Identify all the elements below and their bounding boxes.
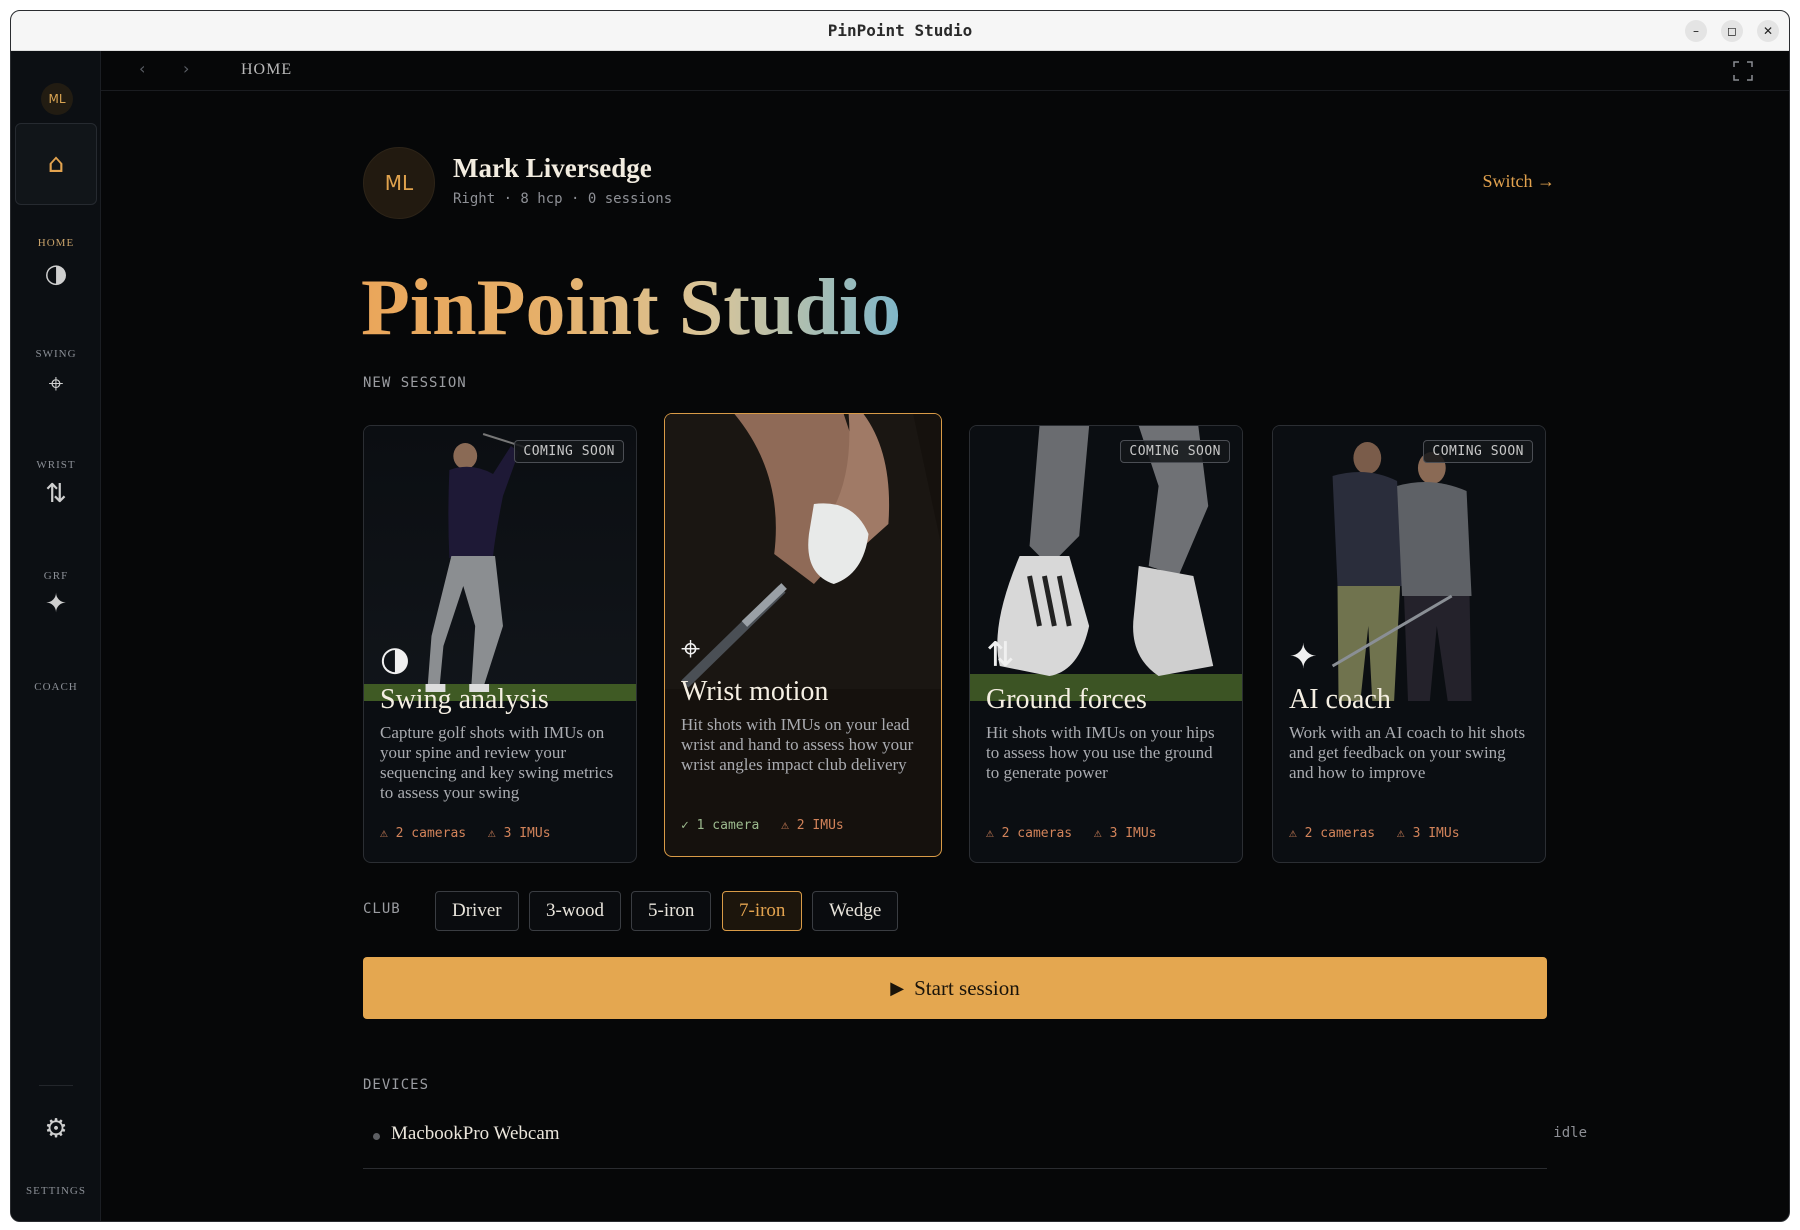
device-name: MacbookPro Webcam xyxy=(391,1123,560,1144)
switch-user-link[interactable]: Switch → xyxy=(1482,171,1555,192)
club-option-7-iron[interactable]: 7-iron xyxy=(722,891,803,931)
session-card-swing-analysis[interactable]: COMING SOON ◑ Swing analysis Capture gol… xyxy=(363,425,637,863)
card-description: Work with an AI coach to hit shots and g… xyxy=(1289,723,1526,782)
card-title: Wrist motion xyxy=(681,676,829,707)
half-circle-icon: ◑ xyxy=(44,259,68,289)
imu-requirement: ⚠ 3 IMUs xyxy=(1093,826,1157,841)
club-option-5-iron[interactable]: 5-iron xyxy=(631,891,712,931)
window-title: PinPoint Studio xyxy=(827,21,973,40)
top-bar: ‹ › HOME xyxy=(101,51,1789,91)
card-requirements: ⚠ 2 cameras ⚠ 3 IMUs xyxy=(380,826,565,841)
maximize-button[interactable]: ◻ xyxy=(1721,20,1743,42)
sidebar-item-grf[interactable]: ⇅ xyxy=(15,453,97,535)
sidebar-item-wrist[interactable]: ⌖ xyxy=(15,343,97,425)
app-window: PinPoint Studio – ◻ ✕ ML ⌂ HOME ◑ SWING … xyxy=(10,10,1790,1222)
card-title: Swing analysis xyxy=(380,684,549,715)
sidebar-item-home[interactable]: ⌂ xyxy=(15,123,97,205)
sidebar-item-coach[interactable]: ✦ xyxy=(15,563,97,645)
sidebar-avatar[interactable]: ML xyxy=(41,83,73,115)
user-avatar: ML xyxy=(363,147,435,219)
play-icon: ▶ xyxy=(890,977,905,999)
start-session-button[interactable]: ▶ Start session xyxy=(363,957,1547,1019)
user-meta: Right · 8 hcp · 0 sessions xyxy=(453,191,673,207)
sidebar: ML ⌂ HOME ◑ SWING ⌖ WRIST ⇅ GRF ✦ COACH … xyxy=(11,51,101,1221)
devices-label: DEVICES xyxy=(363,1077,430,1093)
device-status: idle xyxy=(1553,1125,1587,1141)
card-requirements: ⚠ 2 cameras ⚠ 3 IMUs xyxy=(1289,826,1474,841)
breadcrumb: HOME xyxy=(241,61,293,78)
sidebar-label-coach: COACH xyxy=(34,681,78,693)
card-title: AI coach xyxy=(1289,684,1391,715)
imu-requirement: ⚠ 2 IMUs xyxy=(781,818,844,833)
crosshair-icon: ⌖ xyxy=(48,369,64,399)
sidebar-item-swing[interactable]: ◑ xyxy=(15,233,97,315)
session-card-ai-coach[interactable]: COMING SOON ✦ AI coach Work with an AI c… xyxy=(1272,425,1546,863)
session-card-ground-forces[interactable]: COMING SOON ⇅ Ground forces Hit shots wi… xyxy=(969,425,1243,863)
card-title: Ground forces xyxy=(986,684,1147,715)
camera-requirement: ✓ 1 camera xyxy=(681,818,760,833)
forward-arrow-icon[interactable]: › xyxy=(183,59,189,78)
imu-requirement: ⚠ 3 IMUs xyxy=(487,826,551,841)
club-option-wedge[interactable]: Wedge xyxy=(812,891,899,931)
card-requirements: ✓ 1 camera ⚠ 2 IMUs xyxy=(681,818,858,833)
camera-requirement: ⚠ 2 cameras xyxy=(1289,826,1376,841)
maximize-icon: ◻ xyxy=(1727,24,1737,38)
card-description: Capture golf shots with IMUs on your spi… xyxy=(380,723,614,802)
main-content: ML Mark Liversedge Right · 8 hcp · 0 ses… xyxy=(101,91,1789,1221)
card-description: Hit shots with IMUs on your lead wrist a… xyxy=(681,715,914,774)
club-option-driver[interactable]: Driver xyxy=(435,891,519,931)
crosshair-icon: ⌖ xyxy=(681,629,701,669)
gear-icon: ⚙ xyxy=(44,1114,68,1144)
sparkle-icon: ✦ xyxy=(1289,637,1318,677)
gloved-hands-grip-image xyxy=(665,414,941,689)
minimize-button[interactable]: – xyxy=(1685,20,1707,42)
sparkle-icon: ✦ xyxy=(45,589,67,619)
sidebar-divider xyxy=(39,1085,73,1086)
close-button[interactable]: ✕ xyxy=(1757,20,1779,42)
close-icon: ✕ xyxy=(1762,24,1774,38)
device-status-dot xyxy=(373,1133,380,1140)
home-icon: ⌂ xyxy=(47,149,65,179)
club-label: CLUB xyxy=(363,901,401,917)
new-session-label: NEW SESSION xyxy=(363,375,467,391)
title-bar: PinPoint Studio – ◻ ✕ xyxy=(11,11,1789,51)
hero-title: PinPoint Studio xyxy=(361,264,902,352)
imu-requirement: ⚠ 3 IMUs xyxy=(1396,826,1460,841)
start-session-label: Start session xyxy=(914,975,1020,1000)
device-row[interactable]: MacbookPro Webcam idle xyxy=(363,1121,1587,1169)
club-option-3-wood[interactable]: 3-wood xyxy=(529,891,622,931)
coming-soon-badge: COMING SOON xyxy=(514,440,624,463)
coming-soon-badge: COMING SOON xyxy=(1423,440,1533,463)
card-requirements: ⚠ 2 cameras ⚠ 3 IMUs xyxy=(986,826,1171,841)
up-down-arrows-icon: ⇅ xyxy=(45,479,67,509)
card-description: Hit shots with IMUs on your hips to asse… xyxy=(986,723,1215,782)
sidebar-label-settings: SETTINGS xyxy=(26,1185,86,1197)
minimize-icon: – xyxy=(1693,24,1699,38)
half-circle-icon: ◑ xyxy=(380,639,410,679)
camera-requirement: ⚠ 2 cameras xyxy=(380,826,467,841)
camera-requirement: ⚠ 2 cameras xyxy=(986,826,1073,841)
session-card-wrist-motion[interactable]: ⌖ Wrist motion Hit shots with IMUs on yo… xyxy=(664,413,942,857)
fullscreen-icon[interactable] xyxy=(1733,61,1753,81)
up-down-arrows-icon: ⇅ xyxy=(986,635,1015,675)
sidebar-item-settings[interactable]: ⚙ xyxy=(15,1099,97,1159)
back-arrow-icon[interactable]: ‹ xyxy=(139,59,145,78)
coming-soon-badge: COMING SOON xyxy=(1120,440,1230,463)
user-name: Mark Liversedge xyxy=(453,153,652,183)
